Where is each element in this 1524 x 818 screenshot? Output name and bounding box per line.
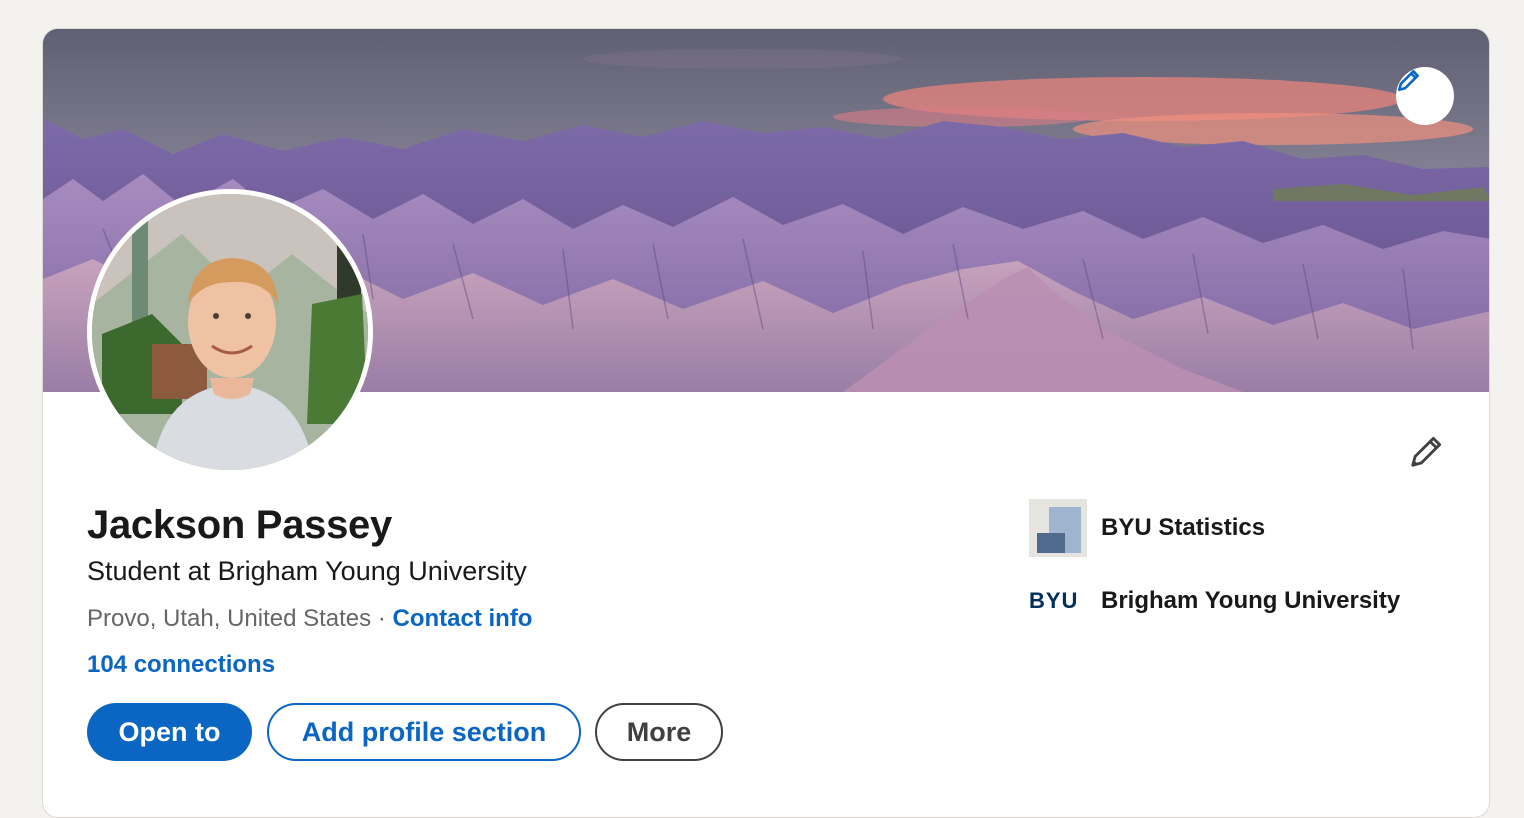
profile-location-line: Provo, Utah, United States · Contact inf… xyxy=(87,605,532,633)
current-company-link[interactable]: BYU Statistics xyxy=(1029,499,1265,557)
school-name: Brigham Young University xyxy=(1101,587,1401,614)
open-to-button[interactable]: Open to xyxy=(87,703,252,761)
profile-top-card: Jackson Passey Student at Brigham Young … xyxy=(42,28,1490,818)
profile-photo-illustration xyxy=(92,194,368,470)
edit-intro-button[interactable] xyxy=(1401,429,1453,473)
profile-name: Jackson Passey xyxy=(87,503,392,547)
company-name: BYU Statistics xyxy=(1101,514,1266,541)
contact-info-link[interactable]: Contact info xyxy=(392,605,532,632)
edit-banner-button[interactable] xyxy=(1396,67,1454,125)
profile-photo[interactable] xyxy=(87,189,373,475)
more-button[interactable]: More xyxy=(595,703,723,761)
add-profile-section-button[interactable]: Add profile section xyxy=(267,703,581,761)
profile-location: Provo, Utah, United States xyxy=(87,605,372,632)
profile-headline: Student at Brigham Young University xyxy=(87,556,527,586)
separator-dot: · xyxy=(371,605,393,632)
byu-logo: BYU xyxy=(1029,588,1079,613)
byu-statistics-logo xyxy=(1029,499,1087,557)
education-link[interactable]: BYU Brigham Young University xyxy=(1029,583,1400,619)
connections-link[interactable]: 104 connections xyxy=(87,651,275,679)
pencil-icon xyxy=(1411,436,1442,467)
byu-statistics-logo-graphic xyxy=(1029,499,1087,557)
pencil-icon xyxy=(1397,70,1419,92)
